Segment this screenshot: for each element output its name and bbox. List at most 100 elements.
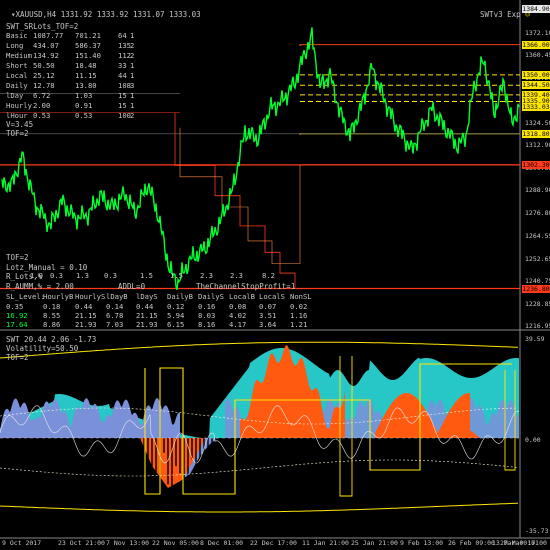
- sl-header: HourlyB: [43, 292, 74, 301]
- levels-cell: 44: [118, 71, 127, 80]
- levels-cell: 1: [130, 91, 135, 100]
- levels-cell: 12.78: [33, 81, 55, 90]
- sl-cell: 21.93: [136, 320, 158, 329]
- sl-cell: 7.03: [106, 320, 124, 329]
- lots-tof: TOF=2: [6, 253, 29, 262]
- addl-label: ADDL=0: [118, 282, 146, 291]
- sl-cell: 6.15: [167, 320, 185, 329]
- sl-cell: 0.35: [6, 302, 24, 311]
- levels-cell: lHour: [6, 111, 28, 120]
- status-tof: TOF=2: [6, 129, 29, 138]
- price-tick: 1276.80: [525, 209, 550, 218]
- rlots-value: 1.5: [170, 271, 183, 280]
- sl-cell: 21.15: [75, 311, 97, 320]
- levels-cell: 33: [118, 61, 127, 70]
- sl-header: LocalB: [229, 292, 255, 301]
- sl-cell: 6.78: [106, 311, 124, 320]
- rlots-value: 2.3: [230, 271, 243, 280]
- levels-cell: 0.53: [75, 111, 93, 120]
- time-label: 9 Oct 2017: [2, 539, 42, 547]
- levels-cell: 434.07: [33, 41, 59, 50]
- sl-header: lDayB: [106, 292, 128, 301]
- osc-header: SWT 20.44 2.06 -1.73: [6, 335, 97, 344]
- levels-cell: 1.03: [75, 91, 93, 100]
- price-tick: 1264.55: [525, 232, 550, 241]
- sl-header: lDayS: [136, 292, 158, 301]
- levels-cell: lDay: [6, 91, 24, 100]
- sl-cell: 1.16: [290, 311, 308, 320]
- rlots-value: 1.3: [76, 271, 89, 280]
- levels-cell: 18.48: [75, 61, 97, 70]
- price-tick: 1324.50: [525, 119, 550, 127]
- time-label: 23 Oct 21:00: [58, 539, 105, 547]
- sl-header: NonSL: [290, 292, 312, 301]
- levels-cell: Medium: [6, 51, 32, 60]
- osc-min: -35.73: [525, 527, 549, 535]
- price-tag: 1318.80: [522, 129, 550, 138]
- levels-cell: 50.50: [33, 61, 55, 70]
- price-tag: 1333.03: [522, 102, 550, 111]
- price-tick: 1360.45: [525, 51, 550, 60]
- levels-cell: 1: [130, 61, 135, 70]
- sl-cell: 8.03: [198, 311, 216, 320]
- sl-cell: 5.94: [167, 311, 185, 320]
- osc-volatility: Volatility=50.50: [6, 344, 79, 353]
- rlots-value: 1.5: [140, 271, 153, 280]
- time-label: 8 Dec 01:00: [200, 539, 244, 547]
- sl-cell: 17.64: [6, 320, 28, 329]
- rlots-value: 0.3: [104, 271, 117, 280]
- levels-cell: 2: [130, 51, 135, 60]
- sl-cell: 4.17: [229, 320, 247, 329]
- sl-cell: 16.92: [6, 311, 28, 320]
- time-label: 25 Jan 21:00: [351, 539, 398, 547]
- rlots-value: 0.3: [50, 271, 63, 280]
- levels-cell: 64: [118, 31, 127, 40]
- levels-cell: Basic: [6, 31, 28, 40]
- price-tick: 1372.10: [525, 29, 550, 38]
- sl-cell: 21.93: [75, 320, 97, 329]
- price-tag: 1236.80: [522, 284, 550, 293]
- sl-header: LocalS: [259, 292, 285, 301]
- levels-cell: Local: [6, 71, 28, 80]
- time-label: 7 Nov 13:00: [106, 539, 150, 547]
- levels-cell: 2: [130, 111, 135, 120]
- osc-blue-area: [0, 398, 180, 438]
- sl-cell: 0.16: [198, 302, 216, 311]
- sl-header: DailyS: [198, 292, 224, 301]
- time-label: 9 Feb 13:00: [400, 539, 444, 547]
- levels-cell: 0.53: [33, 111, 51, 120]
- symbol-label: XAUUSD,H4: [15, 10, 57, 19]
- price-tick: 1216.95: [525, 322, 550, 330]
- chart-header: ▾XAUUSD,H4 1331.92 1333.92 1331.07 1333.…: [2, 1, 201, 19]
- rlots-value: 8.2: [262, 271, 275, 280]
- time-label: 11 Jan 21:00: [302, 539, 349, 547]
- price-tag: 1344.50: [522, 81, 550, 90]
- price-tick: 1228.85: [525, 299, 550, 308]
- expert-label[interactable]: SWTv3 Exp ☺: [471, 1, 530, 19]
- levels-cell: 3: [130, 81, 135, 90]
- levels-cell: Hourly: [6, 101, 32, 110]
- price-tick: 1288.90: [525, 186, 550, 195]
- levels-cell: 11.15: [75, 71, 97, 80]
- sl-cell: 0.08: [229, 302, 247, 311]
- sl-cell: 8.55: [43, 311, 61, 320]
- sl-header: HourlyS: [75, 292, 106, 301]
- sl-cell: 1.21: [290, 320, 308, 329]
- levels-cell: Daily: [6, 81, 28, 90]
- time-label: 22 Dec 17:00: [250, 539, 297, 547]
- sl-cell: 0.07: [259, 302, 277, 311]
- time-label: 27 Mar 17:00: [500, 539, 547, 547]
- levels-cell: Short: [6, 61, 28, 70]
- levels-cell: 1: [130, 31, 135, 40]
- osc-zero: 0.00: [525, 436, 541, 444]
- sl-cell: 0.44: [75, 302, 93, 311]
- sl-cell: 8.86: [43, 320, 61, 329]
- levels-cell: Long: [6, 41, 24, 50]
- sl-cell: 3.51: [259, 311, 277, 320]
- r-aumm: R_AUMM,% = 2.00: [6, 282, 74, 291]
- sl-cell: 21.15: [136, 311, 158, 320]
- sl-cell: 3.64: [259, 320, 277, 329]
- sl-cell: 0.18: [43, 302, 61, 311]
- osc-tof: TOF=2: [6, 353, 29, 362]
- levels-cell: 1: [130, 101, 135, 110]
